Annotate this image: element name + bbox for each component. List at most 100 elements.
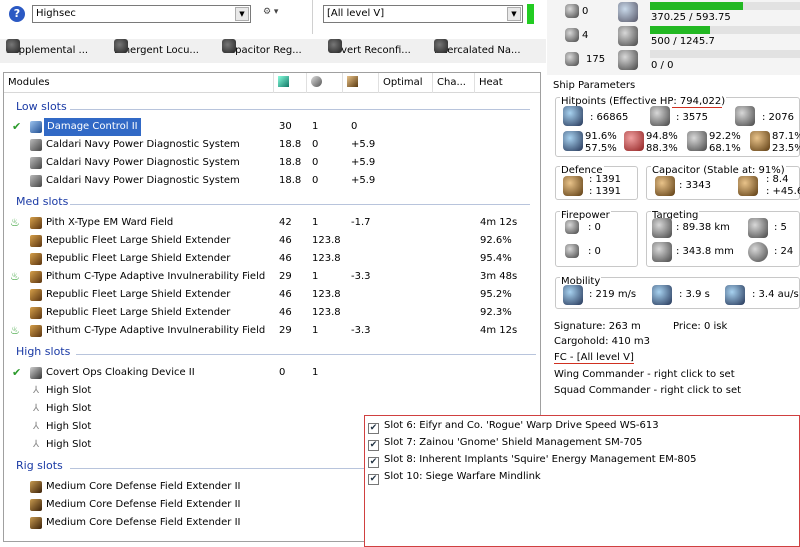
skills-select[interactable]: [All level V] ▼ bbox=[323, 5, 523, 23]
module-cap: 0 bbox=[351, 121, 358, 132]
thermal-resist-icon bbox=[624, 131, 644, 151]
powergrid-bar bbox=[650, 26, 800, 34]
em-resist-shield: 91.6% bbox=[585, 131, 617, 142]
module-row[interactable]: ♨ Pith X-Type EM Ward Field 42 1 -1.7 4m… bbox=[4, 214, 540, 232]
rig-icon bbox=[30, 517, 42, 529]
module-row[interactable]: Republic Fleet Large Shield Extender 46 … bbox=[4, 250, 540, 268]
module-heat: 92.6% bbox=[480, 235, 512, 246]
tab-booster-2[interactable]: Emergent Locu... bbox=[114, 39, 199, 63]
module-name: Medium Core Defense Field Extender II bbox=[46, 517, 241, 528]
module-row[interactable]: Republic Fleet Large Shield Extender 46 … bbox=[4, 304, 540, 322]
empty-slot-icon: ⅄ bbox=[32, 421, 40, 432]
module-power: 0 bbox=[312, 175, 319, 186]
module-cpu: 29 bbox=[279, 271, 292, 282]
em-resist-icon bbox=[563, 131, 583, 151]
target-dropdown-icon[interactable]: ⚙ ▾ bbox=[263, 7, 293, 21]
tab-booster-1[interactable]: Supplemental ... bbox=[6, 39, 88, 63]
module-power: 1 bbox=[312, 325, 319, 336]
overheat-icon[interactable]: ♨ bbox=[10, 214, 20, 232]
tab-booster-5[interactable]: Intercalated Na... bbox=[434, 39, 521, 63]
implant-checkbox[interactable]: ✔ bbox=[368, 474, 379, 485]
column-charge[interactable]: Cha... bbox=[433, 73, 475, 93]
max-targets-icon bbox=[748, 218, 768, 238]
targeting-range: : 89.38 km bbox=[676, 222, 730, 233]
column-optimal[interactable]: Optimal bbox=[379, 73, 433, 93]
cloaking-device-icon bbox=[30, 367, 42, 379]
implant-label: Slot 8: Inherent Implants 'Squire' Energ… bbox=[384, 454, 697, 465]
column-cap[interactable] bbox=[343, 73, 379, 93]
module-cpu: 29 bbox=[279, 325, 292, 336]
implant-checkbox[interactable]: ✔ bbox=[368, 457, 379, 468]
tab-booster-4[interactable]: Covert Reconfi... bbox=[328, 39, 411, 63]
chevron-down-icon[interactable]: ▼ bbox=[507, 7, 521, 21]
help-icon[interactable]: ? bbox=[9, 6, 25, 22]
module-name: Caldari Navy Power Diagnostic System bbox=[46, 175, 240, 186]
module-power: 1 bbox=[312, 217, 319, 228]
wing-commander[interactable]: Wing Commander - right click to set bbox=[554, 369, 735, 380]
warp-speed: : 3.4 au/s bbox=[752, 289, 799, 300]
section-rig-slots: Rig slots bbox=[16, 459, 63, 472]
module-row[interactable]: Republic Fleet Large Shield Extender 46 … bbox=[4, 286, 540, 304]
module-cap: +5.9 bbox=[351, 139, 376, 150]
implant-item[interactable]: ✔ Slot 8: Inherent Implants 'Squire' Ener… bbox=[368, 451, 697, 468]
fleet-commander[interactable]: FC - [All level V] bbox=[554, 352, 634, 364]
column-modules[interactable]: Modules bbox=[4, 73, 274, 93]
implant-checkbox[interactable]: ✔ bbox=[368, 423, 379, 434]
velocity-icon bbox=[563, 285, 583, 305]
ship-parameters-title: Ship Parameters bbox=[553, 80, 636, 91]
active-check-icon[interactable]: ✔ bbox=[12, 118, 21, 136]
module-row[interactable]: ✔ Damage Control II 30 1 0 bbox=[4, 118, 540, 136]
overheat-icon[interactable]: ♨ bbox=[10, 268, 20, 286]
empty-slot-icon: ⅄ bbox=[32, 439, 40, 450]
sensor-strength-icon bbox=[748, 242, 768, 262]
implant-item[interactable]: ✔ Slot 7: Zainou 'Gnome' Shield Managemen… bbox=[368, 434, 642, 451]
shield-extender-icon bbox=[30, 253, 42, 265]
module-name: High Slot bbox=[46, 403, 92, 414]
module-row[interactable]: Caldari Navy Power Diagnostic System 18.… bbox=[4, 136, 540, 154]
module-cap: -3.3 bbox=[351, 325, 371, 336]
capacitor-rate-a: : 8.4 bbox=[766, 174, 789, 185]
capacitor-icon bbox=[347, 76, 358, 87]
section-med-slots: Med slots bbox=[16, 195, 69, 208]
module-power: 123.8 bbox=[312, 307, 341, 318]
module-name: High Slot bbox=[46, 385, 92, 396]
module-name: Republic Fleet Large Shield Extender bbox=[46, 253, 231, 264]
module-heat: 3m 48s bbox=[480, 271, 518, 282]
column-power[interactable] bbox=[307, 73, 343, 93]
module-row[interactable]: Caldari Navy Power Diagnostic System 18.… bbox=[4, 154, 540, 172]
targeting-range-icon bbox=[652, 218, 672, 238]
overheat-icon[interactable]: ♨ bbox=[10, 322, 20, 340]
implant-item[interactable]: ✔ Slot 6: Eifyr and Co. 'Rogue' Warp Driv… bbox=[368, 417, 659, 434]
module-cpu: 46 bbox=[279, 307, 292, 318]
modules-table-header: Modules Optimal Cha... Heat bbox=[4, 73, 540, 93]
squad-commander[interactable]: Squad Commander - right click to set bbox=[554, 385, 741, 396]
velocity: : 219 m/s bbox=[589, 289, 637, 300]
thermal-resist: 94.8% 88.3% bbox=[646, 131, 678, 155]
scan-resolution: : 343.8 mm bbox=[676, 246, 734, 257]
module-row[interactable]: Republic Fleet Large Shield Extender 46 … bbox=[4, 232, 540, 250]
implant-checkbox[interactable]: ✔ bbox=[368, 440, 379, 451]
empty-slot-icon: ⅄ bbox=[32, 385, 40, 396]
shield-hardener-icon bbox=[30, 217, 42, 229]
column-cpu[interactable] bbox=[274, 73, 307, 93]
calibration-icon bbox=[565, 52, 579, 66]
module-row[interactable]: ♨ Pithum C-Type Adaptive Invulnerability… bbox=[4, 322, 540, 340]
module-row[interactable]: Caldari Navy Power Diagnostic System 18.… bbox=[4, 172, 540, 190]
module-power: 123.8 bbox=[312, 253, 341, 264]
kinetic-resist-armor: 68.1% bbox=[709, 143, 741, 154]
capacitor-recharge-icon bbox=[738, 176, 758, 196]
turret-hardpoint-icon bbox=[565, 4, 579, 18]
module-row[interactable]: ⅄ High Slot bbox=[4, 382, 540, 400]
module-row[interactable]: ♨ Pithum C-Type Adaptive Invulnerability… bbox=[4, 268, 540, 286]
cpu-bar bbox=[650, 2, 800, 10]
chevron-down-icon[interactable]: ▼ bbox=[235, 7, 249, 21]
module-row[interactable]: ✔ Covert Ops Cloaking Device II 0 1 bbox=[4, 364, 540, 382]
rig-icon bbox=[30, 499, 42, 511]
profile-select[interactable]: Highsec ▼ bbox=[32, 5, 251, 23]
active-check-icon[interactable]: ✔ bbox=[12, 364, 21, 382]
cpu-bar-fill bbox=[650, 2, 743, 10]
explosive-resist-armor: 23.5% bbox=[772, 143, 800, 154]
column-heat[interactable]: Heat bbox=[475, 73, 540, 93]
implant-item[interactable]: ✔ Slot 10: Siege Warfare Mindlink bbox=[368, 468, 541, 485]
tab-booster-3[interactable]: Capacitor Reg... bbox=[222, 39, 302, 63]
